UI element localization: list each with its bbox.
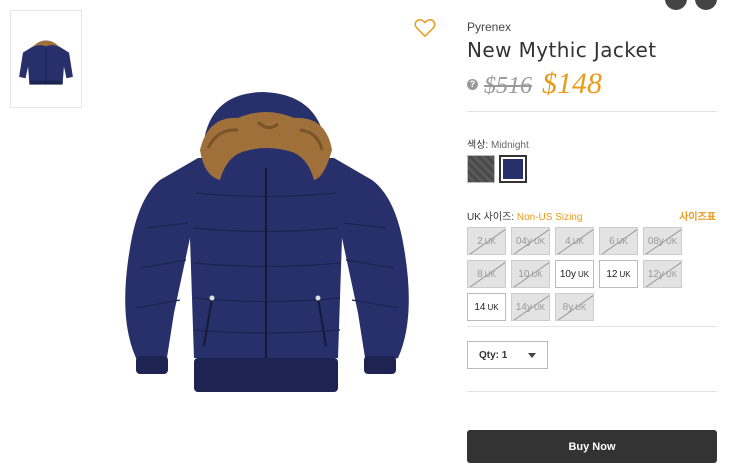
product-title: New Mythic Jacket [467,38,657,62]
size-option[interactable]: 12 UK [599,260,638,288]
chevron-down-icon [528,353,536,358]
sale-price: $148 [542,67,602,100]
swatch-fill [468,156,494,182]
size-option-label: 2 [477,235,483,247]
swatch-fill [503,159,523,179]
non-us-sizing-link[interactable]: Non-US Sizing [517,212,583,223]
size-option-label: 12 [606,268,618,280]
size-option-unit: UK [619,269,631,279]
size-option-unit: UK [531,269,543,279]
size-option-label: 8 [477,268,483,280]
size-option-label: 4 [565,235,571,247]
size-chart-link[interactable]: 사이즈표 [679,208,716,223]
color-label-text: 색상: [467,140,489,151]
size-option-label: 6 [609,235,615,247]
size-option-label: 14 [474,301,486,313]
quantity-value: Qty: 1 [479,349,508,361]
share-icon[interactable] [665,0,687,10]
price-row: ? $516 $148 [467,67,602,101]
heart-icon[interactable] [414,18,436,38]
help-icon[interactable]: ? [467,78,478,90]
size-options: 2 UK 04y UK 4 UK 6 UK 08y UK 8 UK 10 UK 10y UK 12 UK 12y UK… [467,227,719,321]
original-price: $516 [484,73,532,99]
size-option: 10 UK [511,260,550,288]
brand-name[interactable]: Pyrenex [467,20,511,34]
size-option: 2 UK [467,227,506,255]
size-option-unit: UK [484,269,496,279]
size-option-unit: UK [534,302,546,312]
size-option: 12y UK [643,260,682,288]
size-option: 04y UK [511,227,550,255]
divider [467,111,717,112]
size-option-unit: UK [666,269,678,279]
product-thumbnail[interactable] [10,10,82,108]
size-option-unit: UK [534,236,546,246]
size-option: 8 UK [467,260,506,288]
share-icon-2[interactable] [695,0,717,10]
size-label: UK 사이즈: Non-US Sizing [467,208,582,223]
size-option-unit: UK [484,236,496,246]
size-option-unit: UK [666,236,678,246]
size-option-unit: UK [572,236,584,246]
product-main-image [125,92,409,392]
size-option[interactable]: 14 UK [467,293,506,321]
size-option: 08y UK [643,227,682,255]
color-swatch-midnight[interactable] [499,155,527,183]
size-option-unit: UK [578,269,590,279]
size-option-label: 08y [647,235,664,247]
size-label-text: UK 사이즈: [467,212,515,223]
divider [467,326,717,327]
size-option-unit: UK [575,302,587,312]
color-label: 색상: Midnight [467,136,529,151]
jacket-thumbnail-image [19,40,73,85]
size-option-unit: UK [616,236,628,246]
size-option[interactable]: 10y UK [555,260,594,288]
size-option-label: 10 [518,268,530,280]
size-option-label: 8y [562,301,574,313]
buy-now-button[interactable]: Buy Now [467,430,717,463]
color-swatch-grey[interactable] [467,155,495,183]
size-option-label: 12y [647,268,664,280]
size-option: 14y UK [511,293,550,321]
size-option: 8y UK [555,293,594,321]
divider [467,391,717,392]
size-option-unit: UK [487,302,499,312]
size-option-label: 14y [515,301,532,313]
size-option: 6 UK [599,227,638,255]
color-value: Midnight [490,140,529,151]
quantity-select[interactable]: Qty: 1 [467,341,548,369]
size-option-label: 04y [515,235,532,247]
size-option: 4 UK [555,227,594,255]
size-option-label: 10y [559,268,576,280]
